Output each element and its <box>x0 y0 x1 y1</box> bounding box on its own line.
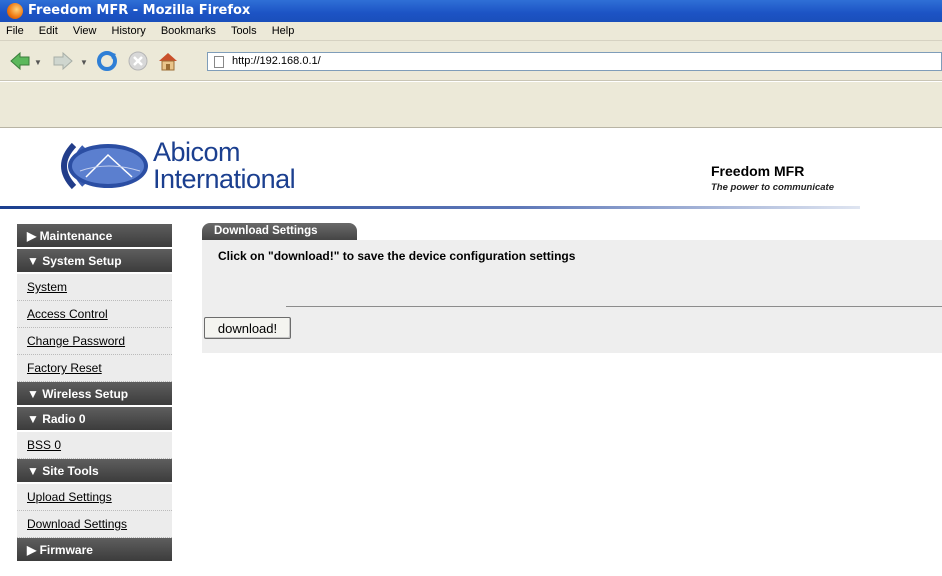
menu-history[interactable]: History <box>112 22 146 41</box>
sidebar-item-label[interactable]: Upload Settings <box>27 490 112 504</box>
sidebar-section-radio-0[interactable]: ▼ Radio 0 <box>17 407 172 432</box>
abicom-logo <box>61 142 148 190</box>
window-title: Freedom MFR - Mozilla Firefox <box>28 3 251 18</box>
home-icon[interactable] <box>157 50 179 72</box>
window-title-bar: Freedom MFR - Mozilla Firefox <box>0 0 942 22</box>
sidebar-item-system[interactable]: System <box>17 274 172 301</box>
sidebar-item-label[interactable]: Factory Reset <box>27 361 102 375</box>
menu-bar: File Edit View History Bookmarks Tools H… <box>0 22 942 41</box>
instruction-text: Click on "download!" to save the device … <box>218 249 576 263</box>
sidebar-item-factory-reset[interactable]: Factory Reset <box>17 355 172 382</box>
download-button[interactable]: download! <box>204 317 291 339</box>
product-name: Freedom MFR <box>711 163 805 179</box>
sidebar-section-wireless-setup[interactable]: ▼ Wireless Setup <box>17 382 172 407</box>
menu-view[interactable]: View <box>73 22 97 41</box>
panel-tab-download-settings: Download Settings <box>202 223 357 240</box>
reload-icon[interactable] <box>96 50 118 72</box>
web-page: Abicom International Freedom MFR The pow… <box>0 129 942 576</box>
sidebar-item-upload-settings[interactable]: Upload Settings <box>17 484 172 511</box>
back-arrow-icon[interactable] <box>9 50 31 72</box>
sidebar-item-download-settings[interactable]: Download Settings <box>17 511 172 538</box>
sidebar-item-label[interactable]: BSS 0 <box>27 438 61 452</box>
sidebar-item-label[interactable]: Change Password <box>27 334 125 348</box>
forward-arrow-icon[interactable] <box>52 50 74 72</box>
address-bar[interactable]: http://192.168.0.1/ <box>207 52 942 71</box>
bookmarks-toolbar <box>0 82 942 128</box>
download-settings-panel: Click on "download!" to save the device … <box>202 240 942 353</box>
sidebar-item-access-control[interactable]: Access Control <box>17 301 172 328</box>
menu-help[interactable]: Help <box>272 22 295 41</box>
page-icon <box>214 56 224 68</box>
sidebar-item-label[interactable]: Access Control <box>27 307 108 321</box>
sidebar-menu: ▶ Maintenance ▼ System Setup System Acce… <box>17 224 172 563</box>
menu-edit[interactable]: Edit <box>39 22 58 41</box>
navigation-toolbar: ▼ ▼ http://192.168.0.1/ <box>0 41 942 81</box>
header-divider <box>0 206 860 209</box>
brand-name-line2: International <box>153 164 296 194</box>
sidebar-item-bss-0[interactable]: BSS 0 <box>17 432 172 459</box>
sidebar-section-maintenance[interactable]: ▶ Maintenance <box>17 224 172 249</box>
firefox-icon <box>7 3 23 19</box>
panel-divider <box>286 306 942 307</box>
sidebar-item-change-password[interactable]: Change Password <box>17 328 172 355</box>
menu-bookmarks[interactable]: Bookmarks <box>161 22 216 41</box>
sidebar-item-label[interactable]: Download Settings <box>27 517 127 531</box>
url-text: http://192.168.0.1/ <box>232 55 321 67</box>
menu-tools[interactable]: Tools <box>231 22 257 41</box>
tagline: The power to communicate <box>711 182 834 193</box>
sidebar-item-label[interactable]: System <box>27 280 67 294</box>
forward-history-dropdown-icon[interactable]: ▼ <box>80 58 88 67</box>
menu-file[interactable]: File <box>6 22 24 41</box>
sidebar-section-firmware[interactable]: ▶ Firmware <box>17 538 172 563</box>
back-history-dropdown-icon[interactable]: ▼ <box>34 58 42 67</box>
stop-icon[interactable] <box>127 50 149 72</box>
sidebar-section-system-setup[interactable]: ▼ System Setup <box>17 249 172 274</box>
sidebar-section-site-tools[interactable]: ▼ Site Tools <box>17 459 172 484</box>
